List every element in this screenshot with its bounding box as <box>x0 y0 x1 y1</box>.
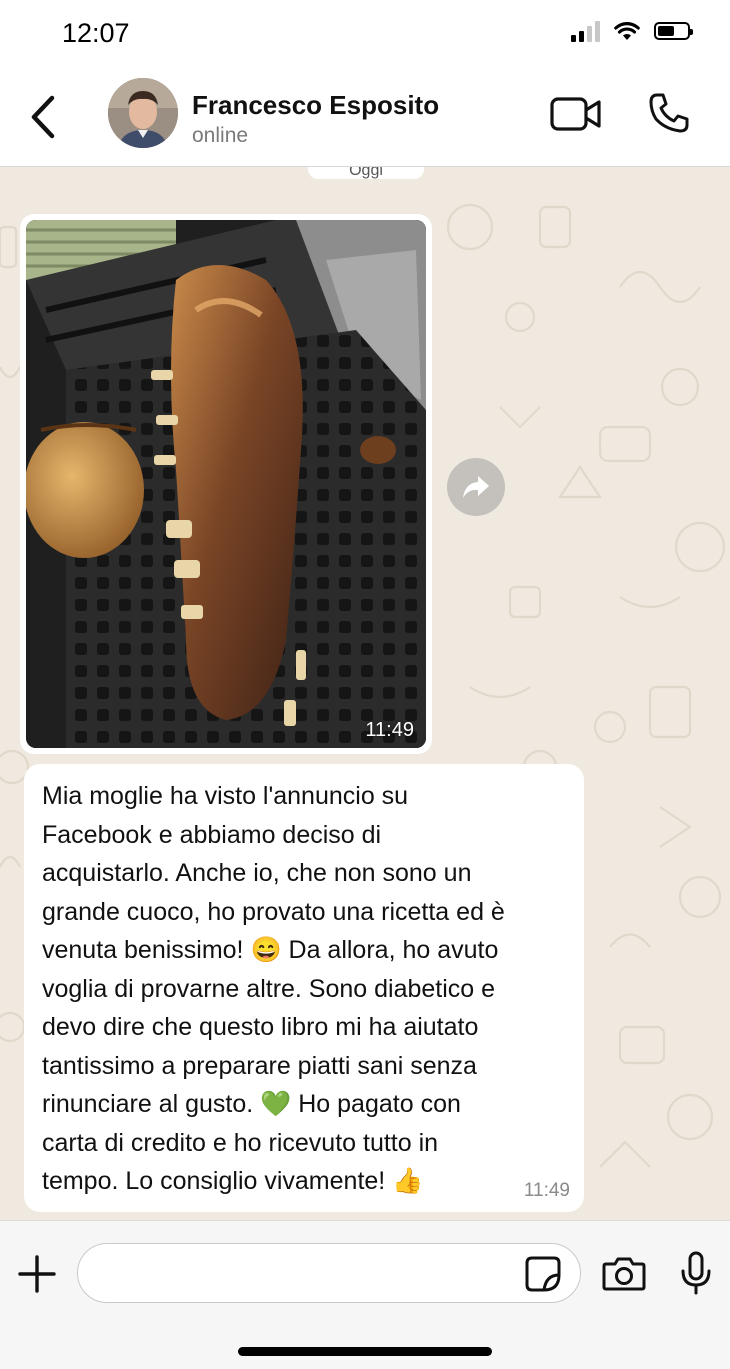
chat-header: Francesco Esposito online <box>0 68 730 167</box>
battery-icon <box>654 22 693 40</box>
forward-icon[interactable] <box>447 458 505 516</box>
text-message[interactable]: Mia moglie ha visto l'annuncio su Facebo… <box>24 764 584 1212</box>
image-message[interactable]: 11:49 <box>20 214 432 754</box>
contact-status: online <box>192 124 249 147</box>
message-time: 11:49 <box>365 719 414 741</box>
message-photo[interactable] <box>26 220 426 748</box>
signal-icon <box>571 20 600 42</box>
phone-call-icon[interactable] <box>648 92 690 134</box>
sticker-icon[interactable] <box>524 1255 562 1293</box>
chat-area[interactable]: Oggi 11:49 Mia moglie ha visto l'annunci… <box>0 167 730 1220</box>
status-bar: 12:07 <box>0 0 730 68</box>
message-time: 11:49 <box>523 1180 570 1201</box>
chevron-left-icon[interactable] <box>26 94 60 140</box>
input-bar <box>0 1220 730 1369</box>
status-time: 12:07 <box>62 18 130 48</box>
avatar[interactable] <box>108 78 178 148</box>
wifi-icon <box>614 22 640 40</box>
message-text: Mia moglie ha visto l'annuncio su Facebo… <box>42 782 505 1195</box>
message-input[interactable] <box>77 1243 581 1303</box>
contact-name[interactable]: Francesco Esposito <box>192 90 439 121</box>
date-pill: Oggi <box>308 167 424 179</box>
video-call-icon[interactable] <box>550 96 602 132</box>
camera-icon[interactable] <box>602 1255 646 1291</box>
plus-icon[interactable] <box>18 1255 56 1293</box>
home-indicator <box>238 1347 492 1356</box>
microphone-icon[interactable] <box>680 1251 712 1295</box>
